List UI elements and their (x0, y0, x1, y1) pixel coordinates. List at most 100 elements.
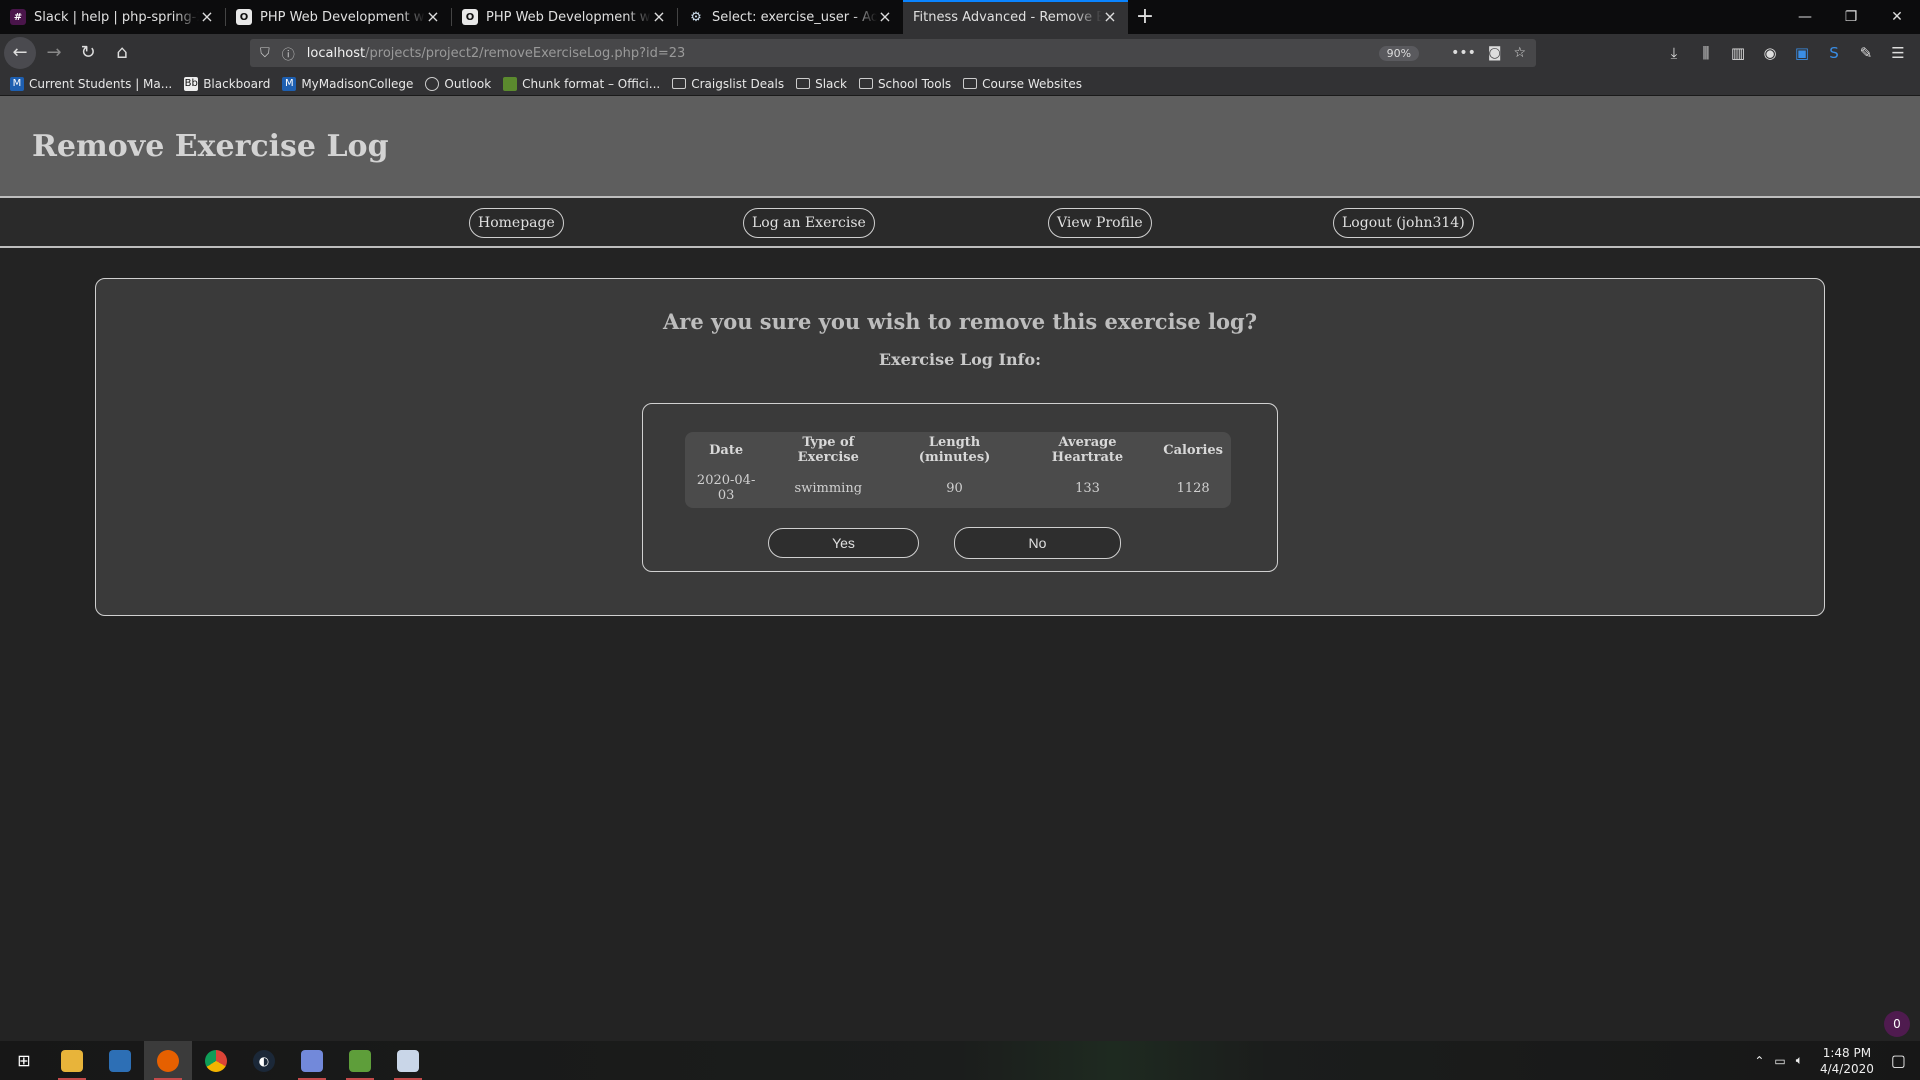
bookmark-star-icon[interactable]: ☆ (1513, 45, 1526, 61)
back-button[interactable]: ← (4, 37, 36, 69)
php-icon: O (462, 9, 478, 25)
bookmark-slack[interactable]: Slack (796, 77, 847, 91)
folder-icon (796, 78, 811, 89)
url-path: /projects/project2/removeExerciseLog.php… (365, 45, 686, 61)
bookmark-label: Craigslist Deals (691, 76, 785, 91)
taskbar-control-panel[interactable] (96, 1041, 144, 1080)
restore-button[interactable]: ❐ (1828, 0, 1874, 34)
site-nav: Homepage Log an Exercise View Profile Lo… (0, 198, 1920, 248)
bookmark-school-tools[interactable]: School Tools (858, 77, 951, 91)
bookmark-blackboard[interactable]: Bb Blackboard (184, 76, 270, 91)
start-button[interactable]: ⊞ (0, 1041, 48, 1080)
site-info-icon[interactable]: ⓘ (282, 44, 295, 63)
clock-date: 4/4/2020 (1819, 1061, 1874, 1076)
bookmarks-bar: M Current Students | Ma... Bb Blackboard M… (0, 72, 1920, 96)
taskbar-discord[interactable] (288, 1041, 336, 1080)
blackboard-icon: Bb (184, 76, 199, 91)
home-button[interactable]: ⌂ (106, 37, 138, 69)
bookmark-chunk-format[interactable]: Chunk format – Offici... (503, 76, 660, 91)
folder-icon (858, 78, 873, 89)
taskbar-steam[interactable]: ◐ (240, 1041, 288, 1080)
zoom-indicator[interactable]: 90% (1378, 45, 1420, 61)
bookmark-label: Current Students | Ma... (29, 76, 173, 91)
system-tray: ⌃ ▭ 🔈︎ 1:48 PM 4/4/2020 ▢ (1749, 1045, 1920, 1077)
cell-date: 2020-04-03 (696, 473, 756, 503)
taskbar-file-explorer[interactable] (48, 1041, 96, 1080)
tab-adminer[interactable]: ⚙ Select: exercise_user - Adminer × (678, 0, 903, 34)
page-actions-icon[interactable]: ••• (1451, 45, 1476, 61)
tracking-shield-icon[interactable]: ⛉ (260, 46, 270, 61)
yes-button[interactable]: Yes (768, 528, 919, 558)
log-info-heading: Exercise Log Info: (878, 350, 1042, 369)
new-tab-button[interactable]: + (1128, 0, 1162, 34)
minimize-button[interactable]: — (1782, 0, 1828, 34)
action-center-icon[interactable]: ▢ (1891, 1051, 1906, 1070)
taskbar-chrome[interactable] (192, 1041, 240, 1080)
madison-icon: M (10, 76, 24, 91)
close-icon[interactable]: × (651, 9, 667, 25)
window-close-button[interactable]: ✕ (1874, 0, 1920, 34)
tab-title: Select: exercise_user - Adminer (712, 9, 877, 25)
menu-icon[interactable]: ☰ (1882, 39, 1914, 67)
download-icon[interactable]: ⤓ (1658, 39, 1690, 67)
discord-icon (301, 1049, 323, 1072)
globe-icon (425, 76, 440, 91)
logout-link[interactable]: Logout (john314) (1333, 208, 1474, 238)
notification-badge[interactable]: 0 (1884, 1011, 1910, 1037)
pocket-icon[interactable]: ◙ (1488, 45, 1502, 61)
bookmark-current-students[interactable]: M Current Students | Ma... (10, 76, 173, 91)
control-panel-icon (109, 1049, 131, 1072)
skype-icon[interactable]: S (1818, 39, 1850, 67)
taskbar-notepad[interactable] (336, 1041, 384, 1080)
clock[interactable]: 1:48 PM 4/4/2020 (1820, 1045, 1874, 1077)
chrome-icon (205, 1049, 227, 1072)
bookmark-outlook[interactable]: Outlook (425, 76, 492, 91)
no-button[interactable]: No (954, 527, 1121, 559)
url-bar[interactable]: ⛉ ⓘ localhost/projects/project2/removeEx… (250, 39, 1536, 67)
tab-php-1[interactable]: O PHP Web Development with MySQL × (226, 0, 451, 34)
view-profile-link[interactable]: View Profile (1048, 208, 1152, 238)
page-title: Remove Exercise Log (32, 128, 389, 164)
log-exercise-link[interactable]: Log an Exercise (743, 208, 875, 238)
folder-icon (61, 1049, 83, 1072)
account-icon[interactable]: ◉ (1754, 39, 1786, 67)
bookmark-label: Outlook (444, 76, 492, 91)
network-icon[interactable]: ▭ (1774, 1054, 1785, 1068)
php-icon: O (236, 9, 252, 25)
bookmark-label: Course Websites (982, 76, 1082, 91)
site-header: Remove Exercise Log (0, 96, 1920, 198)
forward-button[interactable]: → (38, 37, 70, 69)
taskbar: ⊞ ◐ ⌃ ▭ 🔈︎ 1:48 PM 4/4/2020 ▢ (0, 1041, 1920, 1080)
bookmark-craigslist-deals[interactable]: Craigslist Deals (672, 77, 784, 91)
bookmark-course-websites[interactable]: Course Websites (963, 77, 1082, 91)
tab-bar: # Slack | help | php-spring-2020 × O PHP… (0, 0, 1920, 34)
homepage-link[interactable]: Homepage (469, 208, 564, 238)
cell-heartrate: 133 (1075, 480, 1100, 496)
close-icon[interactable]: × (1102, 9, 1118, 25)
toolbar-right: ⤓ ⫼ ▥ ◉ ▣ S ✎ ☰ (1658, 39, 1914, 67)
windows-icon: ⊞ (17, 1051, 31, 1070)
reload-button[interactable]: ↻ (72, 37, 104, 69)
chevron-up-icon[interactable]: ⌃ (1754, 1054, 1764, 1068)
confirm-panel: Are you sure you wish to remove this exe… (95, 278, 1825, 616)
column-header-heartrate: Average Heartrate (1051, 435, 1124, 465)
edit-icon[interactable]: ✎ (1850, 39, 1882, 67)
tab-php-2[interactable]: O PHP Web Development with MySQL × (452, 0, 677, 34)
taskbar-app[interactable] (384, 1041, 432, 1080)
close-icon[interactable]: × (199, 9, 215, 25)
library-icon[interactable]: ⫼ (1690, 39, 1722, 67)
slack-icon: # (10, 9, 26, 25)
close-icon[interactable]: × (877, 9, 893, 25)
sidebar-icon[interactable]: ▥ (1722, 39, 1754, 67)
column-header-date: Date (709, 442, 744, 458)
tab-fitness-active[interactable]: Fitness Advanced - Remove Exercise Log × (903, 0, 1128, 34)
bookmark-mymadisoncollege[interactable]: M MyMadisonCollege (282, 76, 413, 91)
tab-slack[interactable]: # Slack | help | php-spring-2020 × (0, 0, 225, 34)
volume-icon[interactable]: 🔈︎ (1796, 1053, 1803, 1068)
extension-icon[interactable]: ▣ (1786, 39, 1818, 67)
close-icon[interactable]: × (425, 9, 441, 25)
cell-length: 90 (946, 480, 963, 496)
tab-title: Slack | help | php-spring-2020 (34, 9, 199, 25)
tab-title: PHP Web Development with MySQL (486, 9, 651, 25)
taskbar-firefox[interactable] (144, 1041, 192, 1080)
